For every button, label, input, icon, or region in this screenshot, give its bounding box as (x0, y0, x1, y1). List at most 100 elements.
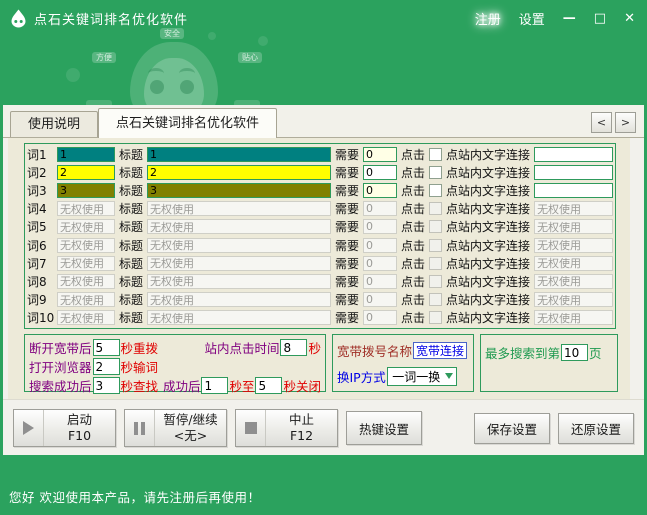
link-input[interactable] (534, 292, 613, 308)
save-settings-button[interactable]: 保存设置 (473, 412, 550, 444)
start-button[interactable]: 启动 F10 (13, 409, 116, 447)
keyword-input[interactable] (57, 219, 115, 235)
stop-button-key: F12 (289, 428, 314, 443)
tab-usage-instructions[interactable]: 使用说明 (10, 111, 99, 137)
chevron-down-icon (444, 373, 453, 379)
titlebar: 点石关键词排名优化软件 注册 设置 — □ ✕ (0, 0, 647, 36)
need-count-input[interactable] (363, 255, 398, 271)
ip-mode-value: 一词一换 (392, 369, 441, 384)
browser-seconds-input[interactable] (92, 358, 120, 375)
need-count-input[interactable] (363, 310, 398, 326)
ip-mode-dropdown[interactable]: 一词一换 (386, 366, 457, 386)
word-number-label: 词8 (27, 274, 47, 289)
click-label: 点击 (401, 311, 426, 326)
watermark-pill (86, 100, 112, 105)
link-input[interactable] (534, 310, 613, 326)
keyword-input[interactable] (57, 310, 115, 326)
max-pages-input[interactable] (561, 344, 589, 361)
link-input[interactable] (534, 237, 613, 253)
search-seconds-input[interactable] (92, 377, 120, 394)
need-count-input[interactable] (363, 219, 398, 235)
tab-keyword-optimizer[interactable]: 点石关键词排名优化软件 (98, 108, 278, 138)
minimize-button[interactable]: — (563, 12, 576, 25)
disconnect-seconds-input[interactable] (92, 339, 120, 356)
link-checkbox[interactable] (429, 165, 443, 179)
link-label: 点站内文字连接 (446, 165, 531, 180)
link-input[interactable] (534, 182, 613, 198)
need-count-input[interactable] (363, 164, 398, 180)
keyword-input[interactable] (57, 255, 115, 271)
title-label: 标题 (119, 274, 144, 289)
title-input[interactable] (147, 255, 332, 271)
link-input[interactable] (534, 146, 613, 162)
tab-scroll-right-button[interactable]: > (615, 111, 636, 133)
title-input[interactable] (147, 164, 332, 180)
link-checkbox[interactable] (429, 293, 443, 307)
link-checkbox[interactable] (429, 220, 443, 234)
link-checkbox[interactable] (429, 183, 443, 197)
keyword-input[interactable] (57, 237, 115, 253)
restore-settings-button[interactable]: 还原设置 (557, 412, 634, 444)
link-label: 点站内文字连接 (446, 220, 531, 235)
word-number-label: 词4 (27, 202, 47, 217)
success-to-input[interactable] (255, 377, 283, 394)
title-input[interactable] (147, 201, 332, 217)
need-count-input[interactable] (363, 146, 398, 162)
need-count-input[interactable] (363, 273, 398, 289)
close-button[interactable]: ✕ (624, 12, 635, 25)
keyword-row: 词5 标题 需要 点击 点站内文字连接 (27, 218, 613, 236)
need-count-input[interactable] (363, 292, 398, 308)
title-input[interactable] (147, 146, 332, 162)
keyword-input[interactable] (57, 182, 115, 198)
keyword-input[interactable] (57, 146, 115, 162)
link-checkbox[interactable] (429, 311, 443, 325)
keyword-input[interactable] (57, 292, 115, 308)
click-label: 点击 (401, 183, 426, 198)
tab-scroll-left-button[interactable]: < (591, 111, 612, 133)
maximize-button[interactable]: □ (594, 12, 606, 25)
need-count-input[interactable] (363, 237, 398, 253)
link-checkbox[interactable] (429, 147, 443, 161)
stop-icon (244, 422, 257, 434)
pause-resume-button[interactable]: 暂停/继续 <无> (124, 409, 227, 447)
broadband-name-input[interactable] (413, 341, 468, 359)
link-checkbox[interactable] (429, 274, 443, 288)
link-input[interactable] (534, 164, 613, 180)
title-input[interactable] (147, 219, 332, 235)
title-input[interactable] (147, 310, 332, 326)
timing-settings-box: 断开宽带后 秒重拨 站内点击时间 秒 打开浏览器 秒输词 (24, 334, 326, 394)
click-label: 点击 (401, 202, 426, 217)
need-label: 需要 (335, 256, 360, 271)
need-label: 需要 (335, 274, 360, 289)
link-checkbox[interactable] (429, 202, 443, 216)
title-input[interactable] (147, 182, 332, 198)
settings-button[interactable]: 设置 (519, 9, 545, 28)
link-input[interactable] (534, 255, 613, 271)
pause-icon (134, 421, 145, 435)
keyword-input[interactable] (57, 164, 115, 180)
pause-button-label: 暂停/继续 (163, 411, 218, 427)
link-input[interactable] (534, 273, 613, 289)
title-input[interactable] (147, 237, 332, 253)
title-input[interactable] (147, 292, 332, 308)
link-input[interactable] (534, 201, 613, 217)
stop-button[interactable]: 中止 F12 (235, 409, 338, 447)
title-input[interactable] (147, 273, 332, 289)
keyword-input[interactable] (57, 201, 115, 217)
need-count-input[interactable] (363, 201, 398, 217)
keyword-row: 词6 标题 需要 点击 点站内文字连接 (27, 236, 613, 254)
keyword-row: 词1 标题 需要 点击 点站内文字连接 (27, 145, 613, 163)
success-from-input[interactable] (201, 377, 229, 394)
link-checkbox[interactable] (429, 256, 443, 270)
click-label: 点击 (401, 220, 426, 235)
need-label: 需要 (335, 147, 360, 162)
watermark-pill (234, 100, 260, 105)
link-checkbox[interactable] (429, 238, 443, 252)
title-label: 标题 (119, 202, 144, 217)
link-input[interactable] (534, 219, 613, 235)
site-click-seconds-input[interactable] (280, 339, 308, 356)
register-button[interactable]: 注册 (475, 9, 501, 28)
need-count-input[interactable] (363, 182, 398, 198)
hotkey-settings-button[interactable]: 热键设置 (346, 411, 423, 445)
keyword-input[interactable] (57, 273, 115, 289)
